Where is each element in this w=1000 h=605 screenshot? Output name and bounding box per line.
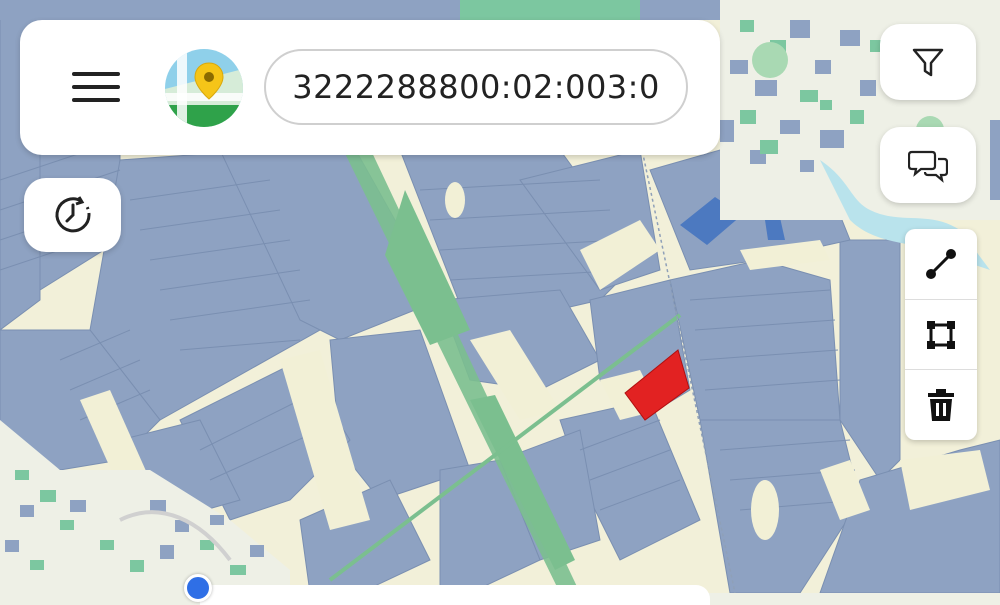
measure-toolbar <box>905 229 977 440</box>
top-search-panel: 3222288800:02:003:0 <box>20 20 720 155</box>
delete-button[interactable] <box>905 369 977 440</box>
top-fields <box>0 0 720 20</box>
map-pin-logo-icon[interactable] <box>165 49 243 127</box>
cadastral-number-field[interactable]: 3222288800:02:003:0 <box>264 49 688 125</box>
clock-history-icon <box>55 196 90 233</box>
area-measure-button[interactable] <box>905 299 977 370</box>
line-measure-button[interactable] <box>905 229 977 299</box>
filter-button[interactable] <box>880 24 976 100</box>
history-button[interactable] <box>24 178 121 252</box>
chat-button[interactable] <box>880 127 976 203</box>
line-measure-icon <box>926 249 956 279</box>
bottom-sheet-handle[interactable] <box>200 585 710 605</box>
polygon-area-icon <box>927 321 955 349</box>
current-location-marker <box>184 574 212 602</box>
chat-bubbles-icon <box>908 150 948 183</box>
filter-funnel-icon <box>912 48 944 77</box>
menu-button[interactable] <box>72 68 122 108</box>
trash-icon <box>928 389 954 421</box>
